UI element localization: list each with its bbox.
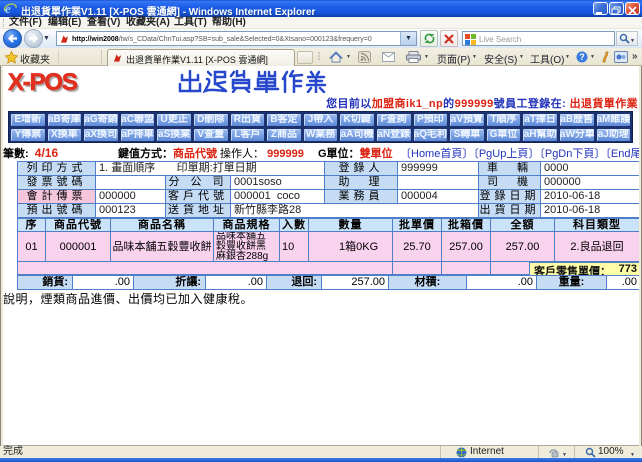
svg-text:?: ? [579, 52, 585, 62]
svg-text:e: e [5, 1, 11, 16]
